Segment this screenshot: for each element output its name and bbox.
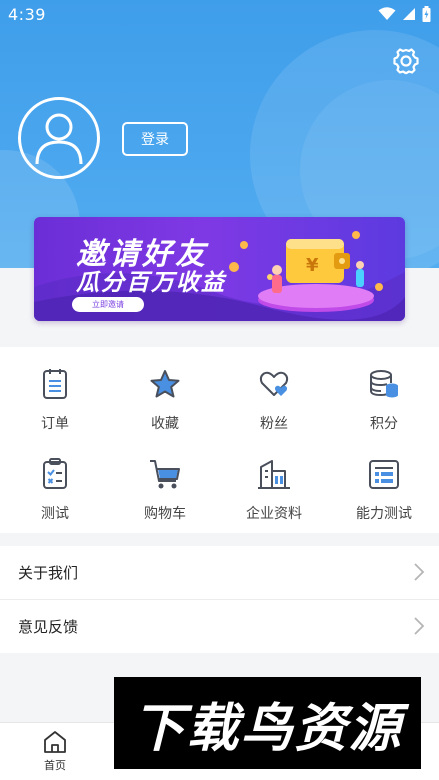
checklist-icon — [43, 458, 67, 489]
grid-item-test[interactable]: 测试 — [0, 443, 110, 533]
grid-item-label: 粉丝 — [260, 416, 288, 432]
settings-button[interactable] — [389, 44, 423, 78]
grid-item-fans[interactable]: 粉丝 — [219, 353, 329, 443]
grid-item-label: 收藏 — [151, 416, 179, 432]
menu-item-label: 关于我们 — [18, 564, 79, 582]
grid-item-orders[interactable]: 订单 — [0, 353, 110, 443]
invite-banner[interactable]: 邀请好友 瓜分百万收益 立即邀请 ¥ — [34, 217, 405, 321]
grid-item-points[interactable]: 积分 — [329, 353, 439, 443]
grid-item-label: 积分 — [370, 416, 398, 432]
status-icons — [378, 6, 431, 22]
wifi-icon — [378, 7, 396, 20]
menu-item-feedback[interactable]: 意见反馈 — [0, 600, 439, 653]
buildings-icon — [258, 460, 290, 489]
grid-item-label: 企业资料 — [246, 506, 302, 522]
grid-item-label: 能力测试 — [356, 506, 412, 522]
star-icon — [150, 370, 180, 398]
grid-item-label: 购物车 — [144, 506, 186, 522]
clipboard-list-icon — [43, 369, 67, 399]
menu-list: 关于我们 意见反馈 — [0, 546, 439, 653]
menu-item-label: 意见反馈 — [18, 618, 79, 636]
grid-item-label: 测试 — [41, 506, 69, 522]
tab-home[interactable]: 首页 — [0, 723, 110, 780]
report-icon — [369, 460, 399, 489]
watermark-text: 下载鸟资源 — [132, 698, 403, 759]
grid-item-label: 订单 — [41, 416, 69, 432]
banner-cta-button[interactable]: 立即邀请 — [72, 297, 144, 312]
grid-item-cart[interactable]: 购物车 — [110, 443, 220, 533]
watermark: 下载鸟资源 — [114, 677, 421, 769]
heart-icon — [259, 371, 289, 396]
feature-grid: 订单 收藏 粉丝 积分 测试 购物车 企业资料 能力测试 — [0, 347, 439, 533]
menu-item-about[interactable]: 关于我们 — [0, 546, 439, 599]
status-time: 4:39 — [8, 5, 46, 24]
tab-label: 首页 — [44, 759, 66, 772]
battery-icon — [422, 6, 431, 22]
chevron-right-icon — [414, 617, 425, 635]
grid-item-favorites[interactable]: 收藏 — [110, 353, 220, 443]
coin-stack-icon — [370, 370, 398, 398]
home-icon — [44, 731, 66, 753]
user-icon — [35, 113, 83, 165]
shopping-cart-icon — [150, 460, 180, 489]
avatar[interactable] — [18, 97, 100, 179]
grid-item-company[interactable]: 企业资料 — [219, 443, 329, 533]
chevron-right-icon — [414, 563, 425, 581]
status-bar: 4:39 — [0, 0, 439, 30]
grid-item-ability-test[interactable]: 能力测试 — [329, 443, 439, 533]
wallet-currency-symbol: ¥ — [306, 255, 319, 276]
gear-icon — [393, 48, 419, 75]
signal-icon — [403, 8, 415, 20]
banner-subtitle: 瓜分百万收益 — [76, 270, 226, 296]
login-button[interactable]: 登录 — [122, 122, 188, 156]
